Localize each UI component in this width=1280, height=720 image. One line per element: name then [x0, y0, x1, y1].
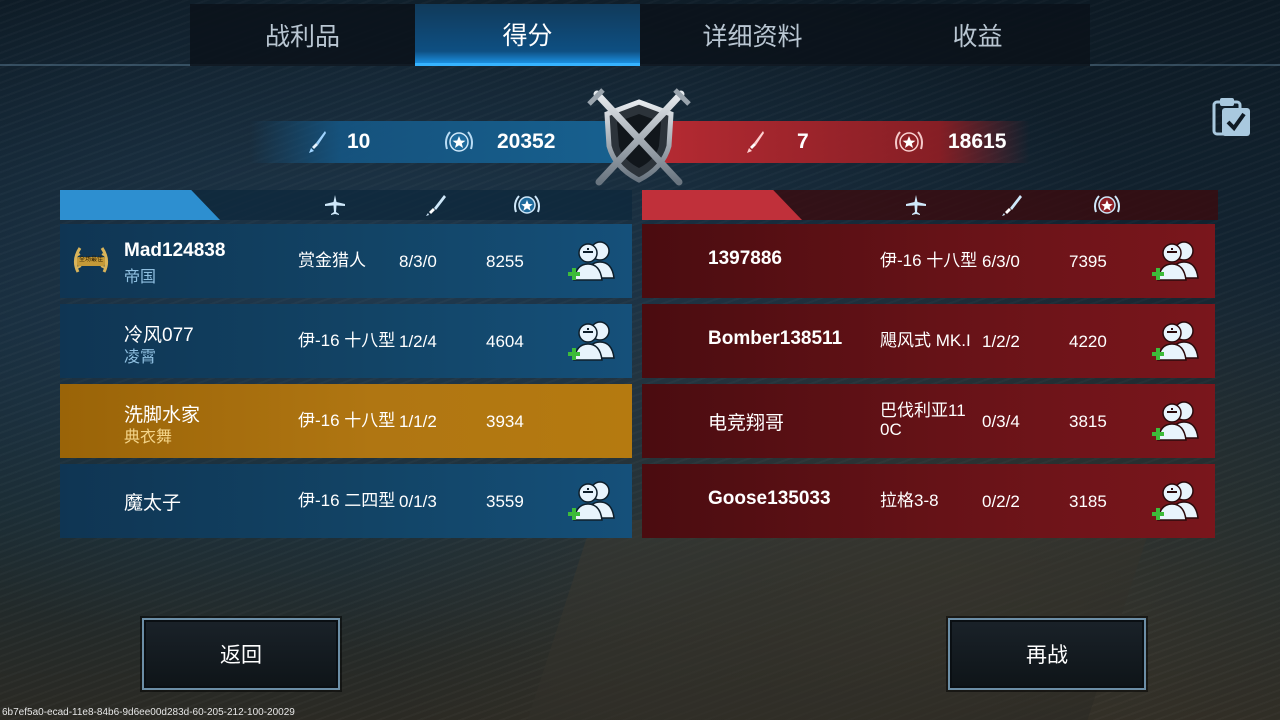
add-friend-button[interactable] — [566, 318, 626, 362]
add-friend-icon — [568, 241, 615, 281]
player-plane: 赏金猎人 — [298, 251, 366, 270]
add-friend-button[interactable] — [566, 478, 626, 522]
crossed-swords-emblem-icon — [583, 88, 695, 192]
red-score-value: 18615 — [948, 130, 1007, 153]
blue-kills-icon — [308, 121, 328, 163]
player-clan: 凌霄 — [124, 349, 157, 366]
red-kills-value: 7 — [797, 130, 809, 153]
player-plane: 伊-16 十八型 — [298, 331, 396, 350]
plane-icon — [325, 195, 345, 215]
blue-team-banner — [250, 121, 615, 163]
player-kda: 6/3/0 — [982, 252, 1020, 271]
clipboard-check-icon[interactable] — [1210, 96, 1252, 138]
mvp-badge-label: 全场最佳 — [78, 257, 103, 263]
player-kda: 0/1/3 — [399, 492, 437, 511]
sword-icon — [426, 195, 446, 216]
add-friend-button[interactable] — [1150, 398, 1210, 442]
plane-icon — [906, 195, 926, 215]
player-clan: 典衣舞 — [124, 429, 173, 446]
blue-team-header — [60, 190, 632, 220]
player-kda: 0/2/2 — [982, 492, 1020, 511]
player-plane: 伊-16 二四型 — [298, 491, 396, 510]
add-friend-icon — [568, 481, 615, 521]
add-friend-icon — [1152, 241, 1199, 281]
session-id-text: 6b7ef5a0-ecad-11e8-84b6-9d6ee00d283d-60-… — [2, 707, 295, 718]
blue-score-icon — [442, 121, 476, 163]
player-score: 4220 — [1069, 332, 1107, 351]
sword-icon — [1002, 195, 1022, 216]
player-score: 8255 — [486, 252, 524, 271]
add-friend-button[interactable] — [1150, 238, 1210, 282]
star-wreath-icon — [514, 195, 540, 214]
red-player-row[interactable]: 1397886 伊-16 十八型 6/3/0 7395 — [642, 224, 1215, 298]
add-friend-icon — [1152, 321, 1199, 361]
player-plane-line1: 巴伐利亚11 — [880, 401, 966, 420]
blue-player-row[interactable]: 冷风077 凌霄 伊-16 十八型 1/2/4 4604 — [60, 304, 632, 378]
star-wreath-icon — [1094, 195, 1120, 214]
add-friend-button[interactable] — [1150, 318, 1210, 362]
tab-bar: 战利品 得分 详细资料 收益 — [190, 4, 1090, 66]
player-score: 3934 — [486, 412, 524, 431]
tab-earnings[interactable]: 收益 — [865, 4, 1090, 66]
blue-kills-value: 10 — [347, 130, 371, 153]
player-name: Mad124838 — [124, 240, 226, 261]
red-score-icon — [892, 121, 926, 163]
back-button[interactable]: 返回 — [142, 618, 340, 690]
player-score: 4604 — [486, 332, 524, 351]
player-score: 3559 — [486, 492, 524, 511]
add-friend-icon — [1152, 481, 1199, 521]
red-player-row[interactable]: Goose135033 拉格3-8 0/2/2 3185 — [642, 464, 1215, 538]
blue-player-row[interactable]: 魔太子 伊-16 二四型 0/1/3 3559 — [60, 464, 632, 538]
red-player-row[interactable]: 电竞翔哥 巴伐利亚11 0C 0/3/4 3815 — [642, 384, 1215, 458]
blue-team-tag — [60, 190, 220, 220]
red-team-tag — [642, 190, 802, 220]
player-kda: 8/3/0 — [399, 252, 437, 271]
player-score: 7395 — [1069, 252, 1107, 271]
player-name: 电竞翔哥 — [708, 413, 785, 434]
player-plane-line2: 0C — [880, 420, 902, 439]
add-friend-icon — [1152, 401, 1199, 441]
player-name: Bomber138511 — [708, 328, 843, 349]
player-kda: 0/3/4 — [982, 412, 1020, 431]
red-team-header — [642, 190, 1218, 220]
player-plane: 飓风式 MK.I — [880, 331, 971, 350]
player-kda: 1/2/2 — [982, 332, 1020, 351]
player-score: 3815 — [1069, 412, 1107, 431]
blue-score-value: 20352 — [497, 130, 556, 153]
blue-player-row[interactable]: 全场最佳 Mad124838 帝国 赏金猎人 8/3/0 8255 — [60, 224, 632, 298]
player-kda: 1/1/2 — [399, 412, 437, 431]
add-friend-button[interactable] — [1150, 478, 1210, 522]
player-plane: 伊-16 十八型 — [880, 251, 978, 270]
player-clan: 帝国 — [124, 269, 157, 286]
red-player-row[interactable]: Bomber138511 飓风式 MK.I 1/2/2 4220 — [642, 304, 1215, 378]
player-plane: 伊-16 十八型 — [298, 411, 396, 430]
player-plane: 拉格3-8 — [880, 491, 939, 510]
tab-score[interactable]: 得分 — [415, 4, 640, 66]
player-name: 1397886 — [708, 248, 782, 269]
player-kda: 1/2/4 — [399, 332, 437, 351]
red-kills-icon — [746, 121, 766, 163]
player-name: 魔太子 — [124, 493, 182, 514]
tab-details[interactable]: 详细资料 — [640, 4, 865, 66]
add-friend-button[interactable] — [566, 238, 626, 282]
blue-player-row-self[interactable]: 洗脚水家 典衣舞 伊-16 十八型 1/1/2 3934 — [60, 384, 632, 458]
player-score: 3185 — [1069, 492, 1107, 511]
add-friend-icon — [568, 321, 615, 361]
tab-loot[interactable]: 战利品 — [190, 4, 415, 66]
replay-button[interactable]: 再战 — [948, 618, 1146, 690]
player-name: Goose135033 — [708, 488, 831, 509]
